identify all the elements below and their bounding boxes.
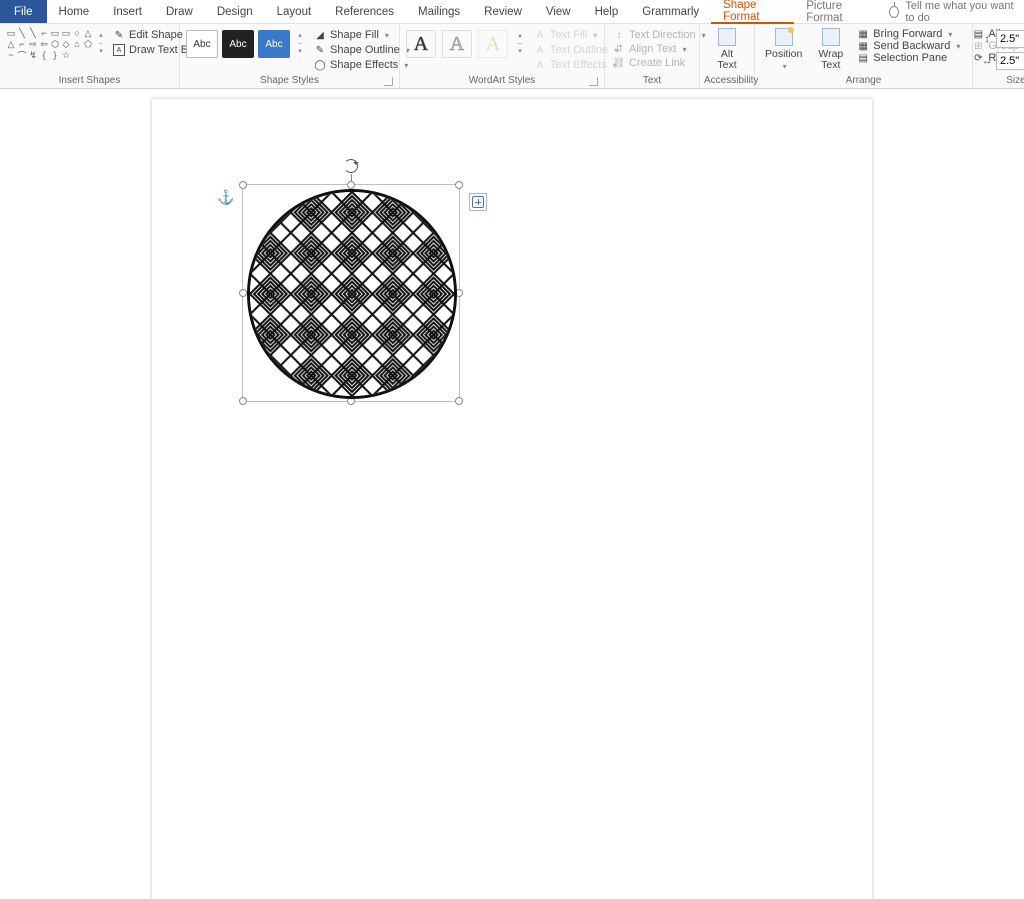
bring-forward-icon: ▦ [857,28,869,40]
shape-width-field[interactable]: ↔ ▴▾ [981,52,1024,70]
wordart-style-2[interactable]: A [442,30,472,58]
tab-draw[interactable]: Draw [154,0,205,23]
diamond-pattern-icon [250,192,454,396]
link-icon: ⛓ [613,57,625,69]
text-fill-icon: A [534,29,546,41]
tab-layout[interactable]: Layout [265,0,324,23]
wrap-text-button[interactable]: Wrap Text [812,26,849,73]
style-swatch-blue[interactable]: Abc [258,30,290,58]
group-shape-styles: Abc Abc Abc ▴–▾ ◢ Shape Fill ▾ ✎ Shape O… [180,24,400,88]
tab-mailings[interactable]: Mailings [406,0,472,23]
style-swatch-white[interactable]: Abc [186,30,218,58]
tab-help[interactable]: Help [583,0,631,23]
group-arrange: Position ▾ Wrap Text ▦ Bring Forward ▾ ▦… [755,24,973,88]
selection-bounding-box[interactable] [242,184,460,402]
wrap-text-icon [822,28,840,46]
bring-forward-button[interactable]: ▦ Bring Forward ▾ [855,28,962,40]
text-effects-icon: A [534,59,546,71]
selection-pane-button[interactable]: ▤ Selection Pane [855,52,962,64]
wordart-gallery[interactable]: A A A ▴–▾ [404,26,526,62]
group-label-insert-shapes: Insert Shapes [4,74,175,88]
tab-design[interactable]: Design [205,0,265,23]
style-gallery-scroll[interactable]: ▴–▾ [296,32,304,56]
group-text: ↕ Text Direction ▾ ⇵ Align Text ▾ ⛓ Crea… [605,24,700,88]
alt-text-button[interactable]: Alt Text [711,26,742,73]
dialog-launcher-icon[interactable] [384,77,393,86]
shape-effects-button[interactable]: ◯ Shape Effects ▾ [312,58,412,72]
resize-handle-tr[interactable] [455,181,463,189]
resize-handle-br[interactable] [455,397,463,405]
group-label-accessibility: Accessibility [704,74,750,88]
send-backward-button[interactable]: ▦ Send Backward ▾ [855,40,962,52]
create-link-button[interactable]: ⛓ Create Link [611,56,708,70]
anchor-icon[interactable]: ⚓ [217,189,234,206]
layout-options-button[interactable] [469,193,487,211]
resize-handle-bl[interactable] [239,397,247,405]
lightbulb-icon [889,6,899,18]
tell-me-label: Tell me what you want to do [905,0,1014,24]
wordart-gallery-scroll[interactable]: ▴–▾ [516,32,524,56]
resize-handle-tl[interactable] [239,181,247,189]
dialog-launcher-icon[interactable] [589,77,598,86]
tab-shape-format[interactable]: Shape Format [711,0,794,24]
wordart-style-1[interactable]: A [406,30,436,58]
alt-text-icon [718,28,736,46]
pen-outline-icon: ✎ [314,44,326,56]
text-direction-button[interactable]: ↕ Text Direction ▾ [611,28,708,42]
shape-fill-button[interactable]: ◢ Shape Fill ▾ [312,28,412,42]
style-swatch-black[interactable]: Abc [222,30,254,58]
align-text-button[interactable]: ⇵ Align Text ▾ [611,42,708,56]
width-input[interactable] [996,52,1024,70]
document-canvas[interactable]: ⚓ [0,89,1024,515]
send-backward-icon: ▦ [857,40,869,52]
position-button[interactable]: Position ▾ [759,26,808,73]
page[interactable]: ⚓ [152,99,872,899]
group-insert-shapes: ▭╲╲⌐▭▭○△ △⌐⇨⇦⬡◇⌂⬠ ~⌒↯{}☆ ▴–▾ ✎ Edit Shap… [0,24,180,88]
shape-style-gallery[interactable]: Abc Abc Abc ▴–▾ [184,26,306,62]
align-text-icon: ⇵ [613,43,625,55]
bucket-icon: ◢ [314,29,326,41]
group-label-text: Text [609,74,695,88]
ribbon: ▭╲╲⌐▭▭○△ △⌐⇨⇦⬡◇⌂⬠ ~⌒↯{}☆ ▴–▾ ✎ Edit Shap… [0,24,1024,89]
tab-view[interactable]: View [534,0,583,23]
group-accessibility: Alt Text Accessibility [700,24,755,88]
group-label-arrange: Arrange [759,74,968,88]
group-size: ↕ ▴▾ ↔ ▴▾ Size [973,24,1024,88]
width-icon: ↔ [981,55,993,67]
selected-shape-circle[interactable] [247,189,457,399]
resize-handle-t[interactable] [347,181,355,189]
shape-outline-button[interactable]: ✎ Shape Outline ▾ [312,43,412,57]
effects-icon: ◯ [314,59,326,71]
shapes-gallery-scroll[interactable]: ▴–▾ [97,26,105,62]
height-input[interactable] [996,30,1024,48]
tab-references[interactable]: References [323,0,406,23]
text-direction-icon: ↕ [613,29,625,41]
tab-grammarly[interactable]: Grammarly [630,0,711,23]
menu-tabs: File Home Insert Draw Design Layout Refe… [0,0,1024,24]
tab-insert[interactable]: Insert [101,0,154,23]
tab-home[interactable]: Home [47,0,102,23]
text-box-icon: A [113,44,125,56]
shape-height-field[interactable]: ↕ ▴▾ [981,30,1024,48]
tell-me-search[interactable]: Tell me what you want to do [879,0,1024,23]
text-outline-icon: A [534,44,546,56]
position-icon [775,28,793,46]
height-icon: ↕ [981,33,993,45]
selection-pane-icon: ▤ [857,52,869,64]
tab-review[interactable]: Review [472,0,534,23]
tab-file[interactable]: File [0,0,47,23]
wordart-style-3[interactable]: A [478,30,508,58]
group-label-size: Size [977,74,1024,88]
shapes-gallery[interactable]: ▭╲╲⌐▭▭○△ △⌐⇨⇦⬡◇⌂⬠ ~⌒↯{}☆ [4,26,95,62]
edit-shape-icon: ✎ [113,29,125,41]
group-label-shape-styles: Shape Styles [184,74,395,88]
resize-handle-l[interactable] [239,289,247,297]
group-label-wordart: WordArt Styles [404,74,600,88]
group-wordart-styles: A A A ▴–▾ A Text Fill ▾ A Text Outline ▾ [400,24,605,88]
tab-picture-format[interactable]: Picture Format [794,0,879,23]
rotation-handle[interactable] [344,159,358,173]
